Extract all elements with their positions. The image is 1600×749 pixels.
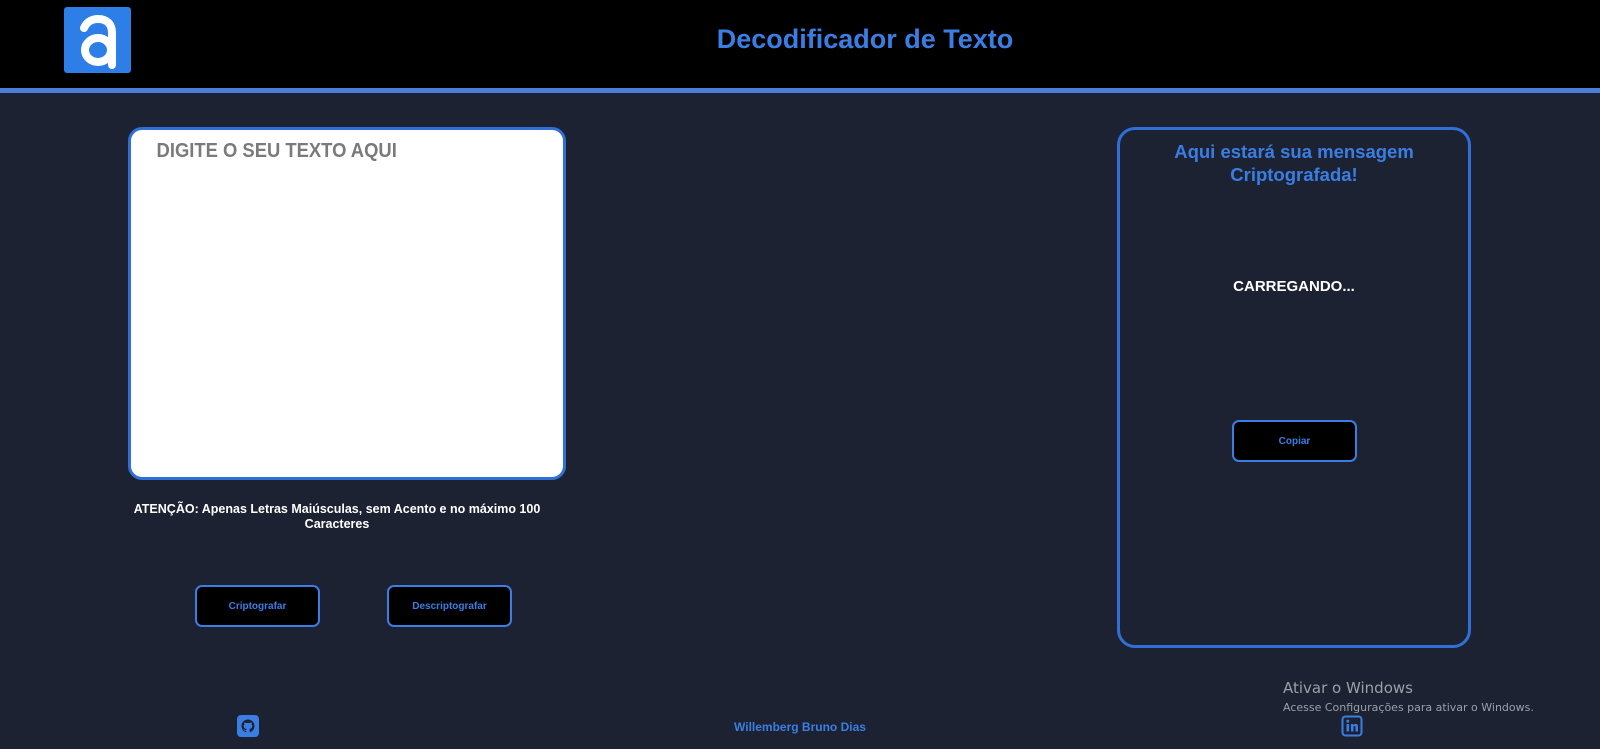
output-status: CARREGANDO... bbox=[1233, 278, 1355, 295]
github-icon[interactable] bbox=[237, 715, 259, 737]
windows-activation-title: Ativar o Windows bbox=[1283, 679, 1413, 697]
copy-button[interactable]: Copiar bbox=[1232, 420, 1357, 462]
input-warning: ATENÇÃO: Apenas Letras Maiúsculas, sem A… bbox=[133, 502, 541, 531]
windows-activation-subtitle: Acesse Configurações para ativar o Windo… bbox=[1283, 701, 1534, 714]
windows-activation-watermark: Ativar o Windows Acesse Configurações pa… bbox=[1283, 678, 1534, 716]
encrypt-button[interactable]: Criptografar bbox=[195, 585, 320, 627]
header-divider bbox=[0, 88, 1600, 93]
text-input[interactable] bbox=[128, 127, 566, 480]
author-name: Willemberg Bruno Dias bbox=[734, 720, 866, 734]
output-title: Aqui estará sua mensagem Criptografada! bbox=[1174, 141, 1414, 185]
linkedin-icon[interactable] bbox=[1341, 715, 1363, 737]
output-panel: Aqui estará sua mensagem Criptografada! … bbox=[1117, 127, 1471, 648]
decrypt-button[interactable]: Descriptografar bbox=[387, 585, 512, 627]
header: Decodificador de Texto bbox=[0, 0, 1600, 88]
page-title: Decodificador de Texto bbox=[716, 24, 1014, 54]
